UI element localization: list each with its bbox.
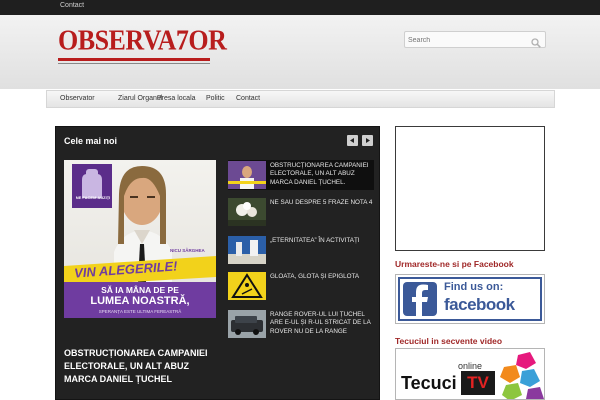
facebook-widget-title: Urmareste-ne si pe Facebook (395, 259, 514, 269)
nav-item-contact[interactable]: Contact (236, 95, 260, 102)
nav-item-politic[interactable]: Politic (206, 95, 225, 102)
nav-item-ziarul-organul[interactable]: Ziarul Organul (118, 95, 162, 102)
video-widget-title: Tecuciul in secvente video (395, 336, 503, 346)
news-thumbnail (228, 310, 266, 338)
news-item-title: RANGE ROVER-UL LUI ȚUCHEL ARE E-UL ȘI R-… (270, 311, 371, 335)
facebook-icon (412, 284, 428, 316)
facebook-banner-line-1: Find us on: (444, 281, 504, 293)
arrow-right-icon (366, 138, 370, 143)
nav-item-observator[interactable]: Observator (60, 95, 95, 102)
news-item[interactable]: OBSTRUCȚIONAREA CAMPANIEI ELECTORALE, UN… (228, 160, 374, 190)
logo-underline (58, 58, 210, 61)
top-bar: Contact (0, 0, 600, 15)
site-logo[interactable]: OBSERVA7OR (58, 24, 227, 66)
top-contact-link[interactable]: Contact (60, 2, 84, 9)
tv-decoration (500, 352, 544, 399)
news-item-title: OBSTRUCȚIONAREA CAMPANIEI ELECTORALE, UN… (270, 162, 369, 186)
poster-line-2: LUMEA NOASTRĂ, (90, 295, 190, 307)
next-button[interactable] (362, 135, 373, 146)
news-item-title: NE SAU DESPRE 5 FRAZE NOTA 4 (270, 199, 373, 206)
facebook-banner[interactable]: Find us on: facebook (395, 274, 545, 324)
news-thumbnail (228, 198, 266, 226)
search-box (404, 31, 546, 48)
main-nav: Observator Ziarul Organul Presa locala P… (46, 90, 555, 108)
nav-item-presa-locala[interactable]: Presa locala (157, 95, 196, 102)
poster-badge: NE FACEM AUZIȚI (75, 195, 111, 200)
search-icon[interactable] (531, 35, 541, 48)
poster-line-1: SĂ IA MÂNA DE PE (101, 285, 179, 295)
news-item-title: GLOATA, GLOTA ȘI EPIGLOTA (270, 273, 360, 280)
tv-wordmark: Tecuci (401, 373, 457, 393)
feature-headline[interactable]: OBSTRUCȚIONAREA CAMPANIEI ELECTORALE, UN… (64, 347, 224, 386)
news-item[interactable]: NE SAU DESPRE 5 FRAZE NOTA 4 (228, 197, 374, 227)
ad-placeholder[interactable] (395, 126, 545, 251)
latest-news-panel: Cele mai noi NE FACEM AUZIȚI NICU SÂRGHE… (55, 126, 380, 400)
news-thumbnail (228, 161, 266, 189)
news-thumbnail (228, 236, 266, 264)
warning-sign-icon (228, 272, 266, 300)
news-item[interactable]: „Eternitatea” în activitați (228, 235, 374, 265)
news-item-title: „Eternitatea” în activitați (270, 237, 360, 244)
tecuci-tv-banner[interactable]: online Tecuci TV (395, 348, 545, 400)
news-item[interactable]: RANGE ROVER-UL LUI ȚUCHEL ARE E-UL ȘI R-… (228, 309, 374, 339)
logo-underline-thin (58, 63, 210, 64)
poster-line-3: SPERANȚA ESTE ULTIMA FEREASTRĂ (98, 309, 182, 314)
poster-name: NICU SÂRGHEA (170, 248, 205, 253)
arrow-left-icon (350, 138, 354, 143)
news-thumbnail (228, 272, 266, 300)
logo-text: OBSERVA7OR (58, 24, 227, 56)
facebook-banner-line-2: facebook (444, 295, 515, 314)
prev-button[interactable] (347, 135, 358, 146)
tv-online-tag: online (458, 361, 483, 371)
feature-image[interactable]: NE FACEM AUZIȚI NICU SÂRGHEA VIN ALEGERI… (64, 160, 216, 318)
latest-news-title: Cele mai noi (64, 136, 118, 146)
search-input[interactable] (408, 34, 526, 46)
news-item[interactable]: GLOATA, GLOTA ȘI EPIGLOTA (228, 271, 374, 301)
tv-logo-box: TV (461, 371, 495, 395)
